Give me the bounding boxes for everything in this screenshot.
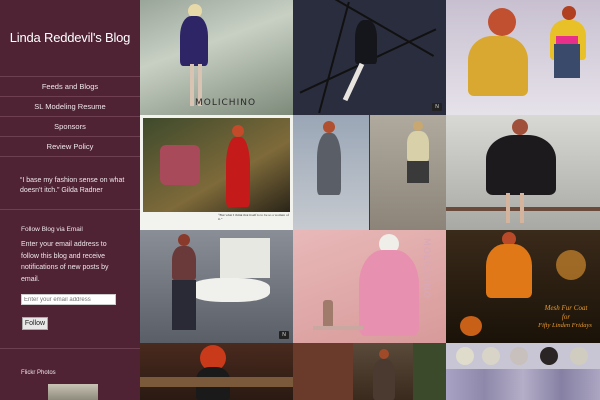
follow-button[interactable]: Follow [22,317,48,330]
image-caption: “But what I think that itself is to be s… [218,213,289,221]
photo-tile[interactable] [446,0,600,115]
brand-watermark: MOLICHINO [421,238,431,300]
photo-tile[interactable]: Mesh Fur Coat for Fifty Linden Fridays [446,230,600,343]
promo-caption-line2: for [561,313,571,321]
divider [0,348,140,349]
photo-tile[interactable] [293,115,446,230]
brand-watermark: MOLICHINO [195,98,257,108]
sidebar: Linda Reddevil's Blog Feeds and Blogs SL… [0,0,140,400]
video-badge: N [432,103,442,111]
promo-caption-line1: Mesh Fur Coat [544,304,588,312]
blog-title[interactable]: Linda Reddevil's Blog [0,30,140,45]
flickr-photo-thumbnail[interactable] [48,384,98,400]
video-badge: N [279,331,289,339]
nav-item-review-policy[interactable]: Review Policy [0,137,140,157]
divider [0,209,140,210]
sidebar-nav: Feeds and Blogs SL Modeling Resume Spons… [0,76,140,157]
photo-tile[interactable]: MOLICHINO [140,0,293,115]
photo-grid: MOLICHINO N “But what I think that itsel… [140,0,600,400]
follow-widget-title: Follow Blog via Email [21,226,83,233]
nav-item-sponsors[interactable]: Sponsors [0,117,140,137]
photo-tile[interactable] [446,115,600,230]
flickr-widget-title: Flickr Photos [21,370,56,376]
follow-widget-text: Enter your email address to follow this … [21,241,109,283]
photo-tile[interactable] [293,343,446,400]
nav-item-resume[interactable]: SL Modeling Resume [0,97,140,117]
email-input[interactable] [21,294,116,305]
photo-tile[interactable] [446,343,600,400]
sidebar-quote: “I base my fashion sense on what doesn't… [20,177,125,194]
photo-tile[interactable] [140,343,293,400]
photo-tile[interactable]: “But what I think that itself is to be s… [140,115,293,230]
photo-tile[interactable]: N [140,230,293,343]
nav-item-feeds[interactable]: Feeds and Blogs [0,77,140,97]
promo-caption-line3: Fifty Linden Fridays [538,322,592,329]
photo-tile[interactable]: MOLICHINO [293,230,446,343]
photo-tile[interactable]: N [293,0,446,115]
